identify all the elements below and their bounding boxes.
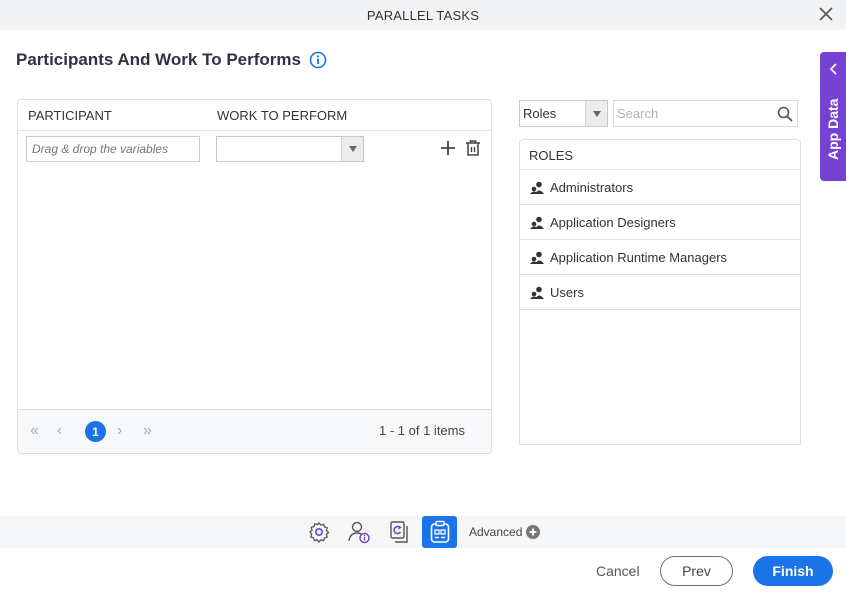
participants-grid: PARTICIPANT WORK TO PERFORM Drag & drop …	[17, 99, 492, 454]
clipboard-grid-icon	[430, 520, 449, 543]
last-page-icon[interactable]: »	[143, 422, 152, 440]
dropdown-arrow[interactable]	[341, 137, 363, 161]
role-icon	[530, 181, 544, 194]
caret-down-icon	[348, 146, 357, 152]
advanced-label: Advanced	[469, 525, 523, 539]
roles-list-header: ROLES	[520, 140, 800, 170]
column-header-work-to-perform: WORK TO PERFORM	[217, 108, 348, 123]
parallel-tasks-button[interactable]	[422, 516, 457, 548]
finish-button[interactable]: Finish	[753, 556, 833, 586]
role-icon	[530, 251, 544, 264]
copy-refresh-icon	[390, 521, 408, 543]
bottom-toolbar: Advanced	[0, 516, 846, 548]
app-data-tab[interactable]: App Data	[820, 52, 846, 181]
grid-header: PARTICIPANT WORK TO PERFORM	[18, 100, 491, 131]
work-to-perform-select[interactable]	[216, 136, 364, 162]
user-info-icon	[348, 521, 370, 544]
plus-circle-icon	[526, 525, 541, 539]
settings-button[interactable]	[306, 519, 332, 545]
list-item[interactable]: Users	[520, 275, 800, 310]
list-item[interactable]: Application Designers	[520, 205, 800, 240]
role-name: Administrators	[550, 179, 634, 195]
info-icon[interactable]	[309, 51, 327, 69]
dropdown-arrow[interactable]	[585, 101, 607, 126]
gear-icon	[309, 522, 330, 543]
add-row-icon[interactable]	[440, 140, 456, 156]
app-data-label: App Data	[825, 98, 841, 160]
role-type-select[interactable]: Roles	[519, 100, 608, 127]
role-icon	[530, 216, 544, 229]
window-titlebar: PARALLEL TASKS	[0, 0, 846, 30]
role-name: Application Runtime Managers	[550, 249, 728, 265]
participant-drop-field[interactable]: Drag & drop the variables	[26, 136, 200, 162]
column-header-participant: PARTICIPANT	[28, 108, 112, 123]
prev-button[interactable]: Prev	[660, 556, 733, 586]
page-title: Participants And Work To Performs	[16, 50, 327, 70]
role-icon	[530, 286, 544, 299]
close-icon[interactable]	[818, 6, 834, 22]
chevron-left-icon	[829, 63, 837, 75]
reassign-button[interactable]	[386, 519, 412, 545]
role-type-value: Roles	[523, 106, 557, 121]
prev-page-icon[interactable]: ‹	[57, 422, 62, 440]
next-page-icon[interactable]: ›	[117, 422, 122, 440]
participant-info-button[interactable]	[346, 519, 372, 545]
advanced-button[interactable]: Advanced	[469, 525, 541, 539]
roles-list: ROLES Administrators Application Designe…	[519, 139, 801, 445]
role-name: Users	[550, 284, 584, 300]
delete-row-icon[interactable]	[465, 139, 481, 157]
table-row: Drag & drop the variables	[18, 131, 491, 167]
search-input[interactable]	[614, 101, 769, 126]
first-page-icon[interactable]: «	[30, 422, 39, 440]
search-icon[interactable]	[777, 106, 793, 122]
list-item[interactable]: Application Runtime Managers	[520, 240, 800, 275]
grid-pager: « ‹ 1 › » 1 - 1 of 1 items	[18, 409, 491, 453]
role-name: Application Designers	[550, 214, 676, 230]
cancel-button[interactable]: Cancel	[596, 563, 640, 579]
list-item[interactable]: Administrators	[520, 170, 800, 205]
caret-down-icon	[592, 110, 601, 117]
page-number-button[interactable]: 1	[85, 421, 106, 442]
window-title: PARALLEL TASKS	[366, 7, 480, 23]
search-box	[613, 100, 798, 127]
page-title-text: Participants And Work To Performs	[16, 50, 301, 69]
pager-info: 1 - 1 of 1 items	[379, 423, 465, 438]
